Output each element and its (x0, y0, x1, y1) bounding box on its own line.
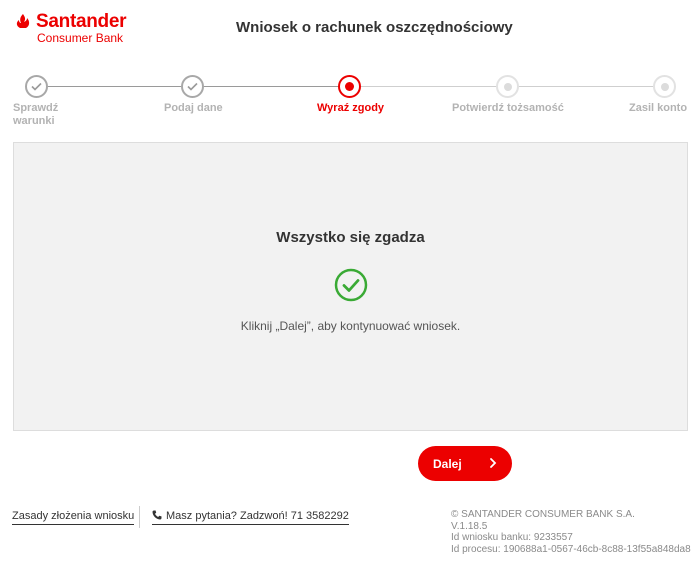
step-4-pending-icon (496, 75, 519, 98)
phone-icon (152, 510, 162, 520)
success-check-icon (334, 268, 368, 302)
application-rules-link[interactable]: Zasady złożenia wniosku (12, 510, 135, 525)
copyright-text: © SANTANDER CONSUMER BANK S.A. (451, 509, 635, 520)
step-label-fund-account: Zasil konto (629, 102, 688, 114)
step-connector (361, 86, 496, 87)
step-connector (204, 86, 338, 87)
step-label-check-terms: Sprawdź warunki (13, 102, 59, 127)
bank-application-id: Id wniosku banku: 9233557 (451, 532, 573, 543)
step-1-done-icon (25, 75, 48, 98)
status-panel: Wszystko się zgadza Kliknij „Dalej”, aby… (13, 142, 688, 431)
version-text: V.1.18.5 (451, 520, 488, 532)
step-2-done-icon (181, 75, 204, 98)
panel-title: Wszystko się zgadza (276, 229, 425, 246)
logo-subtitle: Consumer Bank (37, 31, 124, 45)
phone-link-text: Masz pytania? Zadzwoń! 71 3582292 (166, 510, 349, 522)
logo-name: Santander (36, 11, 127, 32)
chevron-right-icon (490, 458, 497, 468)
step-label-confirm-identity: Potwierdź tożsamość (452, 102, 564, 114)
santander-logo: Santander Consumer Bank (14, 12, 129, 46)
phone-contact-link[interactable]: Masz pytania? Zadzwoń! 71 3582292 (152, 510, 349, 525)
step-5-pending-icon (653, 75, 676, 98)
page-title: Wniosek o rachunek oszczędnościowy (236, 19, 513, 36)
step-connector (519, 86, 653, 87)
footer-divider (139, 506, 140, 528)
step-connector (48, 86, 181, 87)
panel-message: Kliknij „Dalej”, aby kontynuować wniosek… (240, 319, 461, 333)
step-3-active-icon (338, 75, 361, 98)
flame-icon (16, 14, 30, 28)
step-label-enter-data: Podaj dane (164, 102, 223, 114)
footer-info: © SANTANDER CONSUMER BANK S.A. V.1.18.5 … (451, 509, 691, 555)
step-label-consents: Wyraź zgody (317, 102, 385, 114)
process-id: Id procesu: 190688a1-0567-46cb-8c88-13f5… (451, 543, 691, 555)
progress-stepper: Sprawdź warunki Podaj dane Wyraź zgody P… (0, 74, 696, 130)
next-button[interactable]: Dalej (418, 446, 512, 481)
next-button-label: Dalej (433, 457, 462, 471)
